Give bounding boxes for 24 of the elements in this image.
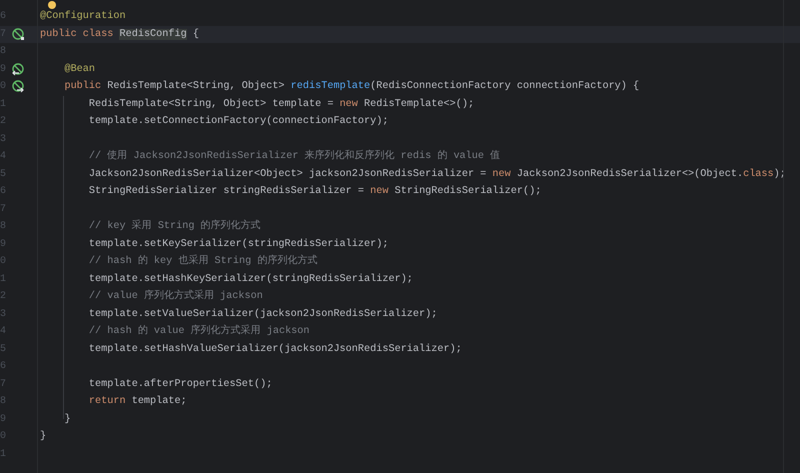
code-line: RedisTemplate<String, Object> template = new RedisTemplate<>(); [88, 98, 474, 112]
code-line: } [40, 430, 46, 444]
code-line: template.afterPropertiesSet(); [88, 378, 272, 392]
code-line: // key 采用 String 的序列化方式 [88, 218, 261, 234]
code-line: // hash 的 key 也采用 String 的序列化方式 [88, 254, 318, 269]
code-line: @Bean [63, 62, 96, 76]
code-line: template.setKeySerializer(stringRedisSerializer); [88, 238, 388, 252]
code-line: template.setHashKeySerializer(stringRedisSerializer); [88, 272, 413, 286]
code-line: // hash 的 value 序列化方式采用 jackson [88, 324, 310, 339]
code-line: template.setValueSerializer(jackson2JsonRedisSerializer); [88, 308, 438, 322]
bean-marker-icon[interactable] [12, 80, 25, 94]
code-line: public RedisTemplate<String, Object> redisTemplate(RedisConnectionFactory connectionFactory) { [63, 80, 640, 94]
intention-bulb-icon[interactable] [48, 1, 56, 9]
code-line: // value 序列化方式采用 jackson [88, 288, 263, 304]
code-line: StringRedisSerializer stringRedisSerializer = new StringRedisSerializer(); [88, 184, 542, 199]
code-line: template.setHashValueSerializer(jackson2JsonRedisSerializer); [88, 342, 462, 356]
code-line: template.setConnectionFactory(connectionFactory); [88, 114, 388, 129]
code-line: // 使用 Jackson2JsonRedisSerializer 来序列化和反序列化 redis 的 value 值 [88, 148, 500, 164]
code-line: } [63, 412, 71, 426]
code-line: @Configuration [40, 10, 126, 24]
code-line: public class RedisConfig { [40, 28, 199, 42]
code-line: return template; [88, 394, 187, 409]
bean-marker-icon[interactable] [12, 28, 25, 41]
bean-marker-icon[interactable] [12, 62, 25, 76]
